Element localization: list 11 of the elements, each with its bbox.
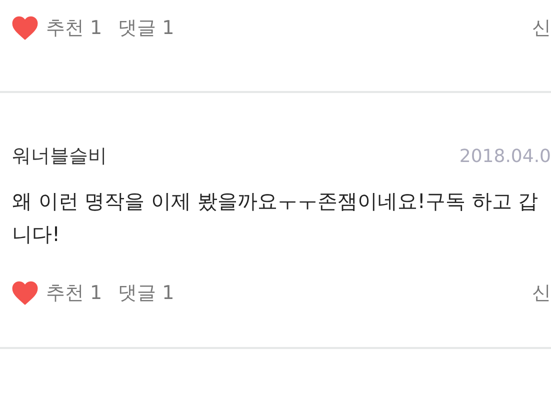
reply-count[interactable]: 댓글 1 <box>118 15 174 41</box>
heart-icon[interactable] <box>12 16 38 40</box>
like-count[interactable]: 추천 1 <box>46 15 102 41</box>
reply-count[interactable]: 댓글 1 <box>118 280 174 306</box>
heart-icon[interactable] <box>12 281 38 305</box>
like-count[interactable]: 추천 1 <box>46 280 102 306</box>
comment-date: 2018.04.0 <box>459 146 551 166</box>
comment-author: 워너블슬비 <box>12 144 107 169</box>
report-link[interactable]: 신 <box>532 280 551 306</box>
report-link[interactable]: 신 <box>532 15 551 41</box>
comment-text: 왜 이런 명작을 이제 봤을까요ㅜㅜ존잼이네요!구독 하고 갑니다! <box>12 188 540 248</box>
